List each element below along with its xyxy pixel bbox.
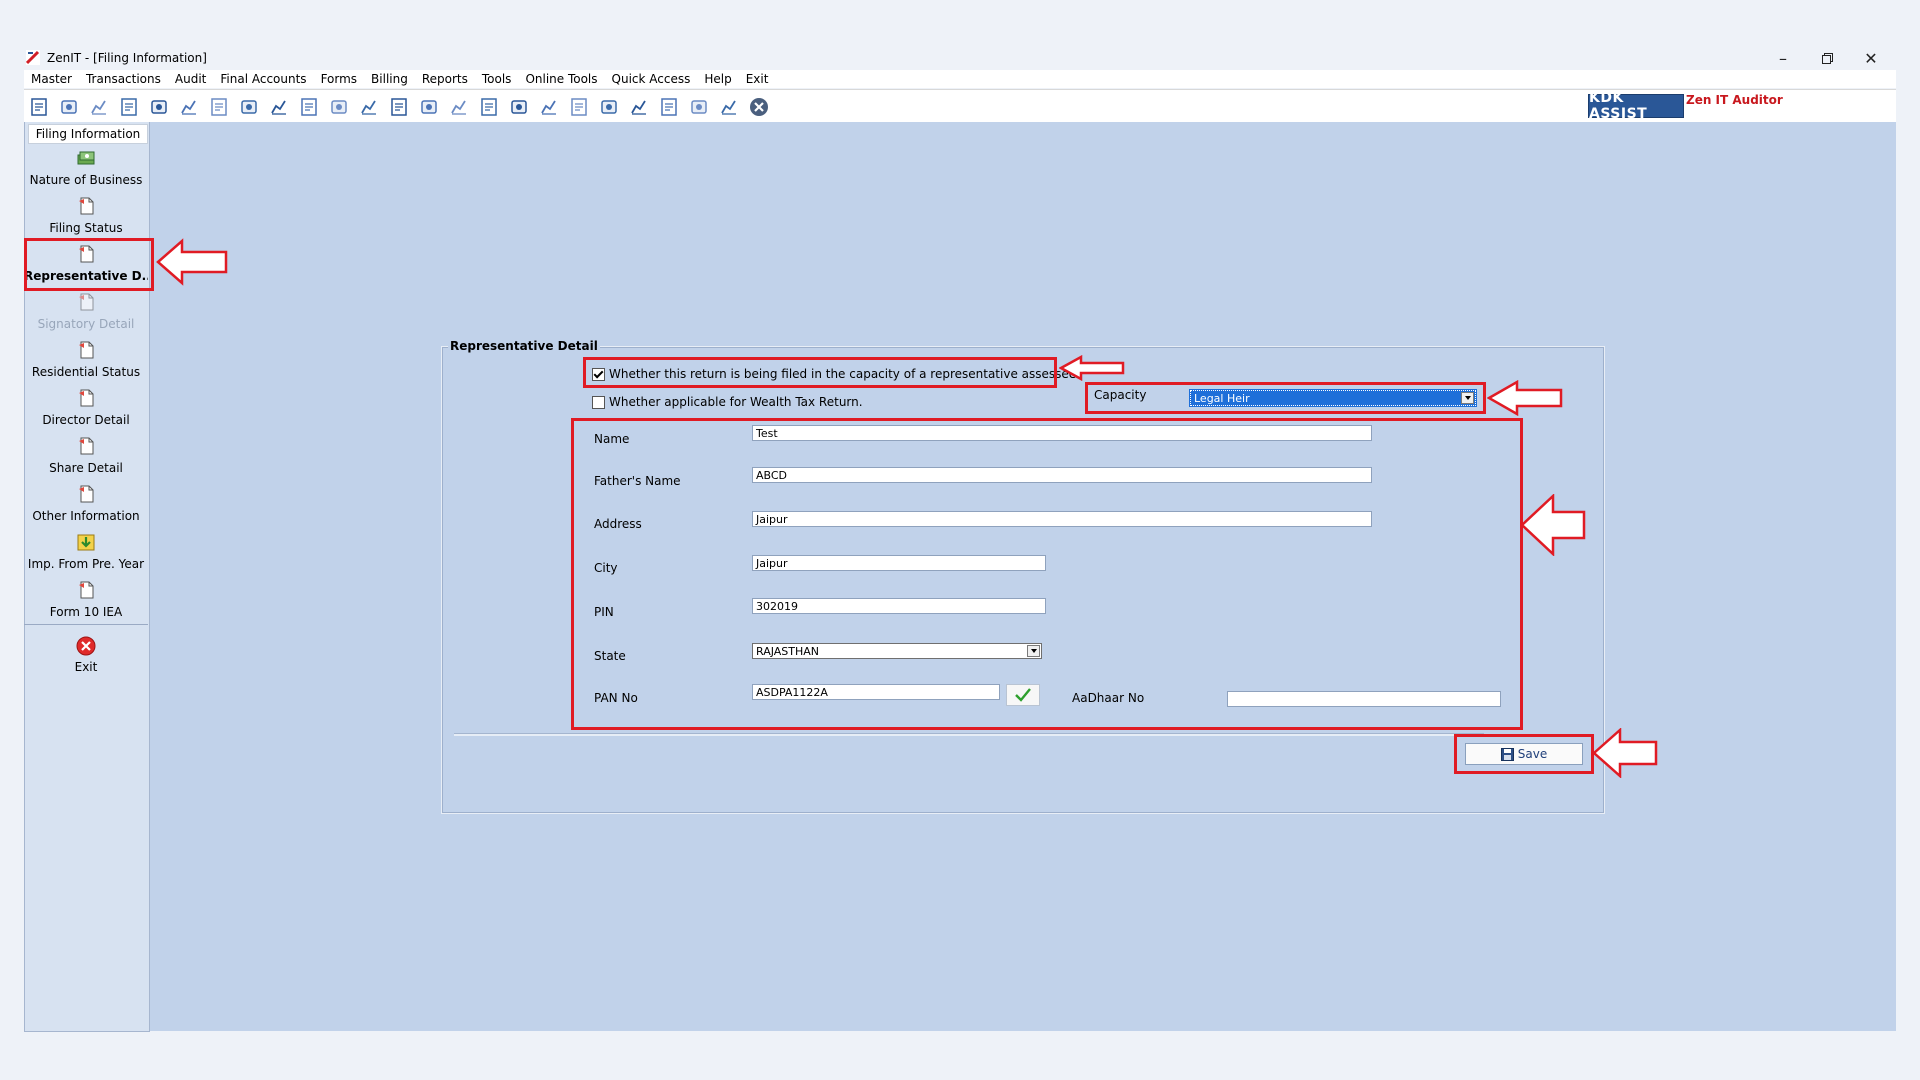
sidebar-item-residential-status[interactable]: Residential Status [24,340,148,386]
document-icon [76,292,96,312]
money-icon [76,148,96,168]
tools-icon[interactable] [208,96,230,118]
panel-title: Representative Detail [448,339,600,353]
document-icon [76,484,96,504]
bs-icon[interactable] [628,96,650,118]
sidebar-item-label: Share Detail [49,461,123,475]
menu-exit[interactable]: Exit [739,72,776,86]
sidebar-item-director-detail[interactable]: Director Detail [24,388,148,434]
open-icon[interactable] [28,96,50,118]
sidebar-item-label: Director Detail [42,413,130,427]
menu-quick-access[interactable]: Quick Access [605,72,698,86]
sidebar-item-exit[interactable]: Exit [24,636,148,682]
sidebar-item-label: Nature of Business [29,173,143,187]
close-icon[interactable] [748,96,770,118]
import-icon [76,532,96,552]
wealth-tax-checkbox-label: Whether applicable for Wealth Tax Return… [609,395,863,409]
tax-icon[interactable] [268,96,290,118]
sidebar-item-label: Filing Status [49,221,123,235]
filter-icon[interactable] [238,96,260,118]
minimize-icon: – [1779,48,1787,68]
sidebar-item-label: Imp. From Pre. Year [27,557,145,571]
close-window-button[interactable]: ✕ [1851,46,1891,70]
sidebar-item-label: Form 10 IEA [49,605,123,619]
info-icon[interactable] [448,96,470,118]
sidebar-item-label: Signatory Detail [37,317,135,331]
pie-chart-icon[interactable] [358,96,380,118]
highlight-box-capacity [1085,382,1486,414]
window-title: ZenIT - [Filing Information] [47,51,207,65]
sidebar-item-share-detail[interactable]: Share Detail [24,436,148,482]
menu-help[interactable]: Help [697,72,738,86]
chart-icon[interactable] [118,96,140,118]
title-bar [24,46,1902,70]
menu-tools[interactable]: Tools [475,72,519,86]
home-icon[interactable] [58,96,80,118]
highlight-box-checkbox [583,357,1057,388]
document-icon[interactable] [508,96,530,118]
menu-audit[interactable]: Audit [168,72,213,86]
menu-master[interactable]: Master [24,72,79,86]
app-logo-icon [26,50,40,65]
sidebar-item-form-10-iea[interactable]: Form 10 IEA [24,580,148,626]
balance-sheet-icon[interactable] [658,96,680,118]
users-icon[interactable] [178,96,200,118]
refresh-icon[interactable] [298,96,320,118]
arrow-annotation-capacity [1487,380,1563,416]
menu-bar: Master Transactions Audit Final Accounts… [24,70,1896,88]
book-icon[interactable] [418,96,440,118]
import-icon[interactable] [598,96,620,118]
arrow-annotation-fields [1520,494,1586,556]
menu-forms[interactable]: Forms [314,72,364,86]
ledger-icon[interactable] [88,96,110,118]
arrow-annotation-sidebar [156,238,228,286]
restore-button[interactable] [1807,46,1847,70]
wealth-tax-checkbox[interactable] [592,396,605,409]
sidebar-header: Filing Information [28,124,148,144]
sidebar-item-imp-from-pre-year[interactable]: Imp. From Pre. Year [24,532,148,578]
restore-icon [1821,52,1833,64]
gift-icon[interactable] [148,96,170,118]
sidebar-item-label: Exit [74,660,98,674]
divider [454,733,1484,736]
document-icon [76,340,96,360]
document-icon [76,388,96,408]
calendar-icon[interactable] [538,96,560,118]
document-icon [76,196,96,216]
form-icon[interactable] [718,96,740,118]
sidebar-item-signatory-detail: Signatory Detail [24,292,148,338]
arrow-annotation-save [1592,728,1658,778]
report-icon[interactable] [478,96,500,118]
export-icon[interactable] [568,96,590,118]
menu-transactions[interactable]: Transactions [79,72,168,86]
highlight-box-fields [571,418,1523,730]
highlight-box-sidebar [24,238,154,291]
close-icon: ✕ [1864,48,1878,68]
3cd-icon[interactable] [688,96,710,118]
arrow-annotation-checkbox [1059,355,1125,381]
brand-tagline: Zen IT Auditor [1686,93,1783,107]
highlight-box-save [1454,734,1594,774]
sidebar-item-label: Other Information [32,509,140,523]
minimize-button[interactable]: – [1763,46,1803,70]
sidebar-item-label: Residential Status [31,365,141,379]
sidebar-separator [24,624,148,625]
kdk-assist-button[interactable]: KDK ASSIST [1588,90,1684,122]
sidebar-item-nature-of-business[interactable]: Nature of Business [24,148,148,194]
menu-billing[interactable]: Billing [364,72,415,86]
exit-icon [76,636,96,656]
menu-reports[interactable]: Reports [415,72,475,86]
document-icon [76,580,96,600]
menu-online-tools[interactable]: Online Tools [518,72,604,86]
sidebar-item-other-information[interactable]: Other Information [24,484,148,530]
calculator-icon[interactable] [328,96,350,118]
menu-final-accounts[interactable]: Final Accounts [213,72,313,86]
document-icon [76,436,96,456]
pay-icon[interactable] [388,96,410,118]
sidebar-item-filing-status[interactable]: Filing Status [24,196,148,242]
